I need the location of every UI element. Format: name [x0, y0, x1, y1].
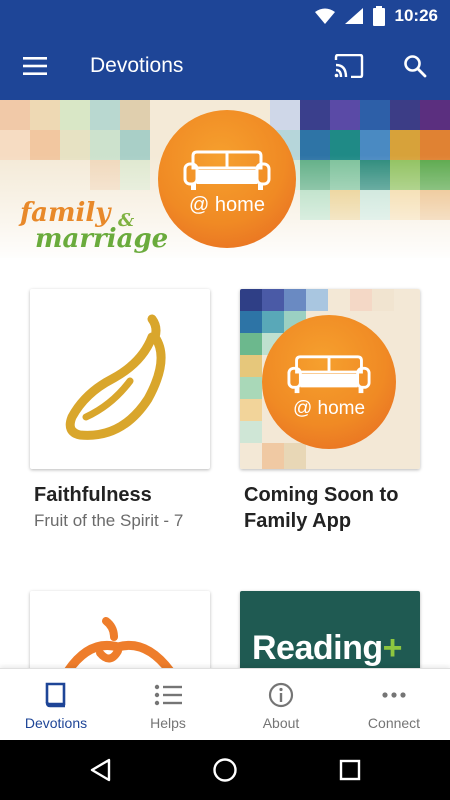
status-bar: 10:26	[0, 0, 450, 33]
card-thumbnail	[30, 289, 210, 469]
card-subtitle: Fruit of the Spirit - 7	[34, 511, 184, 530]
home-circle-icon	[213, 758, 237, 782]
bottom-navigation: Devotions Helps About Connect	[0, 668, 450, 741]
nav-label-connect: Connect	[367, 715, 421, 731]
cast-icon	[334, 54, 364, 78]
list-icon	[154, 684, 182, 706]
more-horizontal-icon	[382, 692, 406, 698]
card-title: Coming Soon to Family App	[244, 484, 399, 532]
hamburger-menu-icon	[23, 57, 47, 75]
nav-label-about: About	[262, 715, 300, 731]
home-badge: @ home	[158, 110, 296, 248]
card-title: Faithfulness	[34, 484, 152, 506]
home-badge-label: @ home	[189, 194, 265, 216]
nav-item-about[interactable]: About	[225, 669, 337, 741]
system-back-button[interactable]	[85, 755, 115, 785]
brand-word-marriage: marriage	[35, 224, 169, 254]
search-button[interactable]	[398, 50, 432, 82]
devotion-card-coming-soon[interactable]: @ home Coming Soon to Family App	[240, 289, 430, 549]
system-recents-button[interactable]	[335, 755, 365, 785]
wifi-icon	[314, 8, 335, 24]
book-icon	[45, 682, 66, 708]
nav-label-helps: Helps	[150, 715, 186, 731]
system-navigation-bar	[0, 740, 450, 800]
nav-item-devotions[interactable]: Devotions	[0, 669, 112, 741]
sofa-icon	[287, 355, 371, 394]
status-time: 10:26	[394, 6, 438, 25]
menu-button[interactable]	[18, 51, 52, 81]
reading-plus-sign: +	[382, 629, 403, 667]
back-triangle-icon	[90, 758, 111, 782]
sofa-icon	[183, 150, 271, 190]
reading-word: Reading	[252, 629, 383, 667]
nav-label-devotions: Devotions	[24, 715, 88, 731]
cast-button[interactable]	[332, 50, 366, 82]
status-icons: 10:26	[314, 6, 438, 26]
devotion-card-pumpkin[interactable]	[30, 591, 220, 771]
battery-icon	[372, 6, 385, 26]
banana-icon	[65, 314, 166, 440]
featured-banner[interactable]: @ home family & marriage	[0, 100, 450, 258]
signal-icon	[344, 8, 363, 24]
home-badge: @ home	[262, 315, 396, 449]
home-badge-label: @ home	[292, 398, 366, 419]
card-thumbnail: @ home	[240, 289, 420, 469]
system-home-button[interactable]	[210, 755, 240, 785]
reading-logo-text: Reading+	[252, 629, 402, 668]
info-icon	[268, 682, 294, 708]
search-icon	[404, 55, 427, 78]
devotion-card-reading[interactable]: Reading+	[240, 591, 430, 771]
app-bar: Devotions	[0, 33, 450, 100]
nav-item-connect[interactable]: Connect	[338, 669, 450, 741]
recents-square-icon	[339, 759, 361, 781]
nav-item-helps[interactable]: Helps	[112, 669, 224, 741]
page-title: Devotions	[90, 54, 184, 77]
devotion-card-faithfulness[interactable]: Faithfulness Fruit of the Spirit - 7	[30, 289, 220, 549]
